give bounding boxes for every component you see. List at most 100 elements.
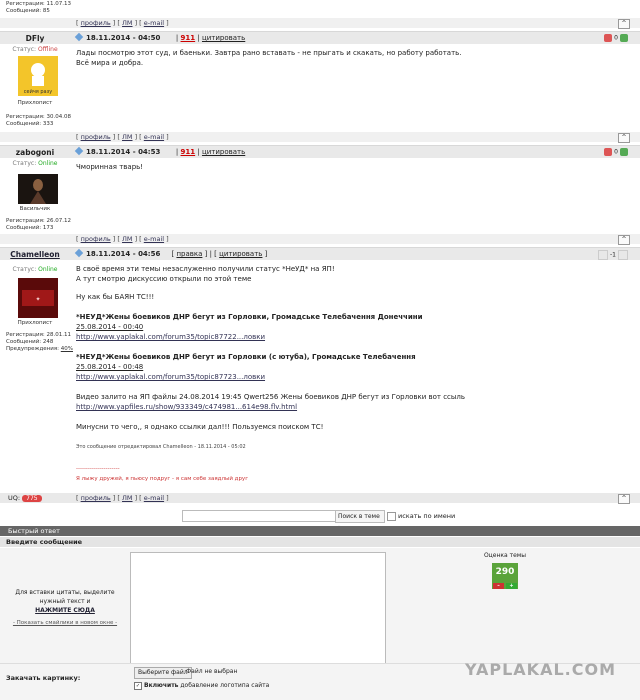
quick-reply-subheader: Введите сообщение <box>0 537 640 547</box>
insert-quote-link[interactable]: НАЖМИТЕ СЮДА <box>10 606 120 615</box>
avatar[interactable]: сейчя разу <box>18 56 58 96</box>
post-text-line: Видео залито на ЯП файлы 24.08.2014 19:4… <box>76 393 466 401</box>
topic-search: Поиск в теме » искать по имени <box>0 508 640 531</box>
minus-vote-icon[interactable] <box>604 34 613 42</box>
post-text-line: А тут смотрю дискуссию открыли по этой т… <box>76 275 252 283</box>
post-link-icon[interactable] <box>74 32 84 42</box>
vote-score: -1 <box>610 251 616 259</box>
scroll-up-button[interactable]: ^ <box>618 19 630 29</box>
rating-label: Оценка темы <box>483 552 527 559</box>
reg-date: Регистрация: 28.01.11 <box>6 332 71 338</box>
post-link-icon[interactable] <box>74 146 84 156</box>
rating-value: 290 <box>495 567 515 577</box>
by-name-checkbox[interactable] <box>387 512 396 521</box>
prev-post-stub: Регистрация: 11.07.13 Сообщений: 85 <box>0 0 640 18</box>
rating-plus-button[interactable]: + <box>506 583 517 589</box>
email-link[interactable]: e-mail <box>144 494 164 502</box>
post-link[interactable]: http://www.yaplakal.com/forum35/topic877… <box>76 332 616 342</box>
post-text-line: В своё время эти темы незаслуженно получ… <box>76 265 335 273</box>
minus-vote-icon[interactable] <box>598 250 609 260</box>
post-body: Статус: Offline сейчя разу Прихлопист Ре… <box>0 44 640 132</box>
scroll-up-button[interactable]: ^ <box>618 235 630 245</box>
quote-link[interactable]: цитировать <box>202 148 245 156</box>
email-link[interactable]: e-mail <box>144 235 164 243</box>
post-text-line: Ну как бы БАЯН ТС!!! <box>76 293 155 301</box>
profile-link[interactable]: профиль <box>81 19 111 27</box>
pm-link[interactable]: ЛМ <box>122 19 133 27</box>
post-footer-bar: UQ: 775 [ профиль ] [ ЛМ ] [ e-mail ] ^ <box>0 493 640 504</box>
scroll-up-button[interactable]: ^ <box>618 133 630 143</box>
quote-link[interactable]: цитировать <box>219 250 262 258</box>
warn-value[interactable]: 40% <box>61 346 73 352</box>
svg-text:✦: ✦ <box>35 296 40 303</box>
signature: Я лыжу дружей, я пьюсу подруг - я сам се… <box>76 476 249 482</box>
post-text-line: Чморинная тварь! <box>76 163 144 171</box>
no-file-label: Файл не выбран <box>186 668 238 675</box>
scroll-up-button[interactable]: ^ <box>618 494 630 504</box>
post-header: Chamelleon 18.11.2014 - 04:56 [ правка ]… <box>0 247 640 260</box>
post-date: 18.11.2014 - 04:56 <box>86 250 161 258</box>
enable-logo-checkbox[interactable]: ✓ <box>134 682 142 690</box>
show-smiles-link[interactable]: - Показать смайлики в новом окне - <box>10 619 120 628</box>
user-rank: Прихлопист <box>17 320 53 326</box>
author-name[interactable]: zabogoni <box>0 148 70 157</box>
post-text-line: *НЕУД*Жены боевиков ДНР бегут из Горловк… <box>76 313 423 321</box>
email-link[interactable]: e-mail <box>144 133 164 141</box>
reg-date: Регистрация: 26.07.12 <box>6 218 71 224</box>
upload-label: Закачать картинку: <box>6 674 81 682</box>
post-body: Статус: Online Васильчик Регистрация: 26… <box>0 158 640 234</box>
post-date: 18.11.2014 - 04:50 <box>86 34 161 42</box>
vote-score: 0 <box>614 34 618 42</box>
edit-notice: Это сообщение отредактировал Chamelleon … <box>76 444 246 450</box>
msg-count: Сообщений: 333 <box>6 121 54 127</box>
author-name[interactable]: DFly <box>0 34 70 43</box>
post-text-line: Всё мира и добра. <box>76 59 144 67</box>
post-body: Статус: Online ✦ Прихлопист Регистрация:… <box>0 260 640 493</box>
avatar[interactable]: ✦ <box>18 278 58 318</box>
minus-vote-icon[interactable] <box>604 148 613 156</box>
avatar-caption: сейчя разу <box>23 89 53 95</box>
edit-link[interactable]: правка <box>176 250 202 258</box>
status-label: Статус: <box>12 160 37 167</box>
choose-file-button[interactable]: Выберите файл <box>134 667 192 679</box>
author-name[interactable]: Chamelleon <box>0 250 70 259</box>
rating-minus-button[interactable]: – <box>493 583 504 589</box>
email-link[interactable]: e-mail <box>144 19 164 27</box>
enter-message-label: Введите сообщение <box>6 538 83 546</box>
profile-link[interactable]: профиль <box>81 133 111 141</box>
plus-vote-icon[interactable] <box>620 34 628 42</box>
search-select[interactable]: Поиск в теме » <box>335 510 385 531</box>
post-footer-bar: [ профиль ] [ ЛМ ] [ e-mail ] ^ <box>0 18 640 29</box>
pm-link[interactable]: ЛМ <box>122 494 133 502</box>
post-link[interactable]: http://www.yapfiles.ru/show/933349/c4749… <box>76 402 616 412</box>
site-logo: YAPLAKAL.COM <box>464 660 616 679</box>
signature-divider: ---------------------- <box>76 466 120 472</box>
quote-link[interactable]: цитировать <box>202 34 245 42</box>
user-rank: Прихлопист <box>17 100 53 106</box>
reg-date: Регистрация: 30.04.08 <box>6 114 71 120</box>
profile-link[interactable]: профиль <box>81 235 111 243</box>
post-link[interactable]: http://www.yaplakal.com/forum35/topic877… <box>76 372 616 382</box>
post-number[interactable]: 911 <box>181 148 196 156</box>
plus-vote-icon[interactable] <box>620 148 628 156</box>
search-input[interactable] <box>182 510 336 522</box>
by-name-label: искать по имени <box>398 512 456 520</box>
avatar[interactable] <box>18 174 58 204</box>
vote-score: 0 <box>614 148 618 156</box>
plus-vote-icon[interactable] <box>618 250 628 260</box>
post-text-line: *НЕУД*Жены боевиков ДНР бегут из Горловк… <box>76 353 416 361</box>
warn-label: Предупреждения: <box>6 346 60 352</box>
status-label: Статус: <box>12 46 37 53</box>
post-link-icon[interactable] <box>74 248 84 258</box>
profile-link[interactable]: профиль <box>81 494 111 502</box>
pm-link[interactable]: ЛМ <box>122 235 133 243</box>
message-textarea[interactable] <box>130 552 386 664</box>
quote-hint: Для вставки цитаты, выделите нужный текс… <box>15 589 115 605</box>
post-footer-bar: [ профиль ] [ ЛМ ] [ e-mail ] ^ <box>0 234 640 245</box>
post-number[interactable]: 911 <box>181 34 196 42</box>
msg-count: Сообщений: 173 <box>6 225 54 231</box>
post-date: 18.11.2014 - 04:53 <box>86 148 161 156</box>
pm-link[interactable]: ЛМ <box>122 133 133 141</box>
msg-count: Сообщений: 248 <box>6 339 54 345</box>
status-value: Offline <box>37 46 58 53</box>
